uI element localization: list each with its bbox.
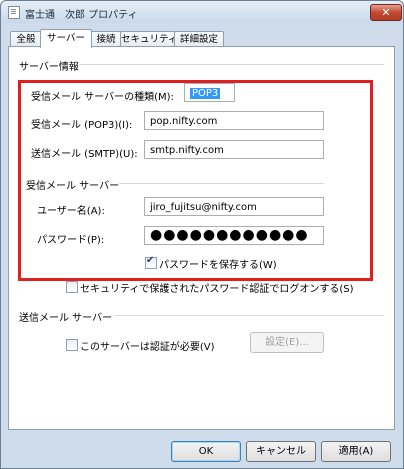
cancel-button[interactable]: キャンセル xyxy=(246,441,316,462)
settings-button[interactable]: 設定(E)... xyxy=(250,332,324,353)
tab-servers[interactable]: サーバー xyxy=(40,29,92,48)
tab-security[interactable]: セキュリティ xyxy=(120,31,177,47)
username-input[interactable]: jiro_fujitsu@nifty.com xyxy=(144,197,324,216)
outgoing-server-input[interactable]: smtp.nifty.com xyxy=(144,140,324,159)
servers-panel: サーバー情報 受信メール サーバーの種類(M): POP3 受信メール (POP… xyxy=(8,46,395,430)
outgoing-server-label: 送信メール (SMTP)(U): xyxy=(31,149,138,160)
outgoing-server-heading: 送信メール サーバー xyxy=(19,313,113,324)
spa-checkbox[interactable] xyxy=(66,281,78,293)
contact-card-icon xyxy=(8,6,20,19)
divider xyxy=(119,183,324,184)
close-button[interactable]: ✕ xyxy=(370,4,402,21)
server-info-heading: サーバー情報 xyxy=(19,62,79,73)
username-label: ユーザー名(A): xyxy=(37,206,105,217)
ok-button[interactable]: OK xyxy=(171,441,241,462)
incoming-type-label: 受信メール サーバーの種類(M): xyxy=(31,92,174,103)
auth-required-label: このサーバーは認証が必要(V) xyxy=(80,342,215,353)
divider xyxy=(114,315,384,316)
auth-required-checkbox[interactable] xyxy=(66,339,78,351)
apply-button[interactable]: 適用(A) xyxy=(321,441,391,462)
incoming-type-field[interactable]: POP3 xyxy=(184,83,235,102)
spa-label: セキュリティで保護されたパスワード認証でログオンする(S) xyxy=(80,284,354,295)
properties-dialog: 富士通 次郎 プロパティ ✕ 全般 サーバー 接続 セキュリティ 詳細設定 サー… xyxy=(0,0,404,469)
remember-password-checkbox[interactable] xyxy=(145,255,157,269)
title-bar: 富士通 次郎 プロパティ ✕ xyxy=(1,1,403,23)
tab-advanced[interactable]: 詳細設定 xyxy=(174,31,224,47)
tab-general[interactable]: 全般 xyxy=(10,31,42,47)
tab-connection[interactable]: 接続 xyxy=(90,31,122,47)
password-label: パスワード(P): xyxy=(37,235,105,246)
incoming-server-heading: 受信メール サーバー xyxy=(26,181,120,192)
incoming-server-input[interactable]: pop.nifty.com xyxy=(144,111,324,130)
incoming-server-label: 受信メール (POP3)(I): xyxy=(31,120,133,131)
password-input[interactable]: ●●●●●●●●●●●● xyxy=(144,226,324,245)
window-title: 富士通 次郎 プロパティ xyxy=(25,10,138,21)
remember-password-label: パスワードを保存する(W) xyxy=(159,260,277,271)
divider xyxy=(79,64,384,65)
